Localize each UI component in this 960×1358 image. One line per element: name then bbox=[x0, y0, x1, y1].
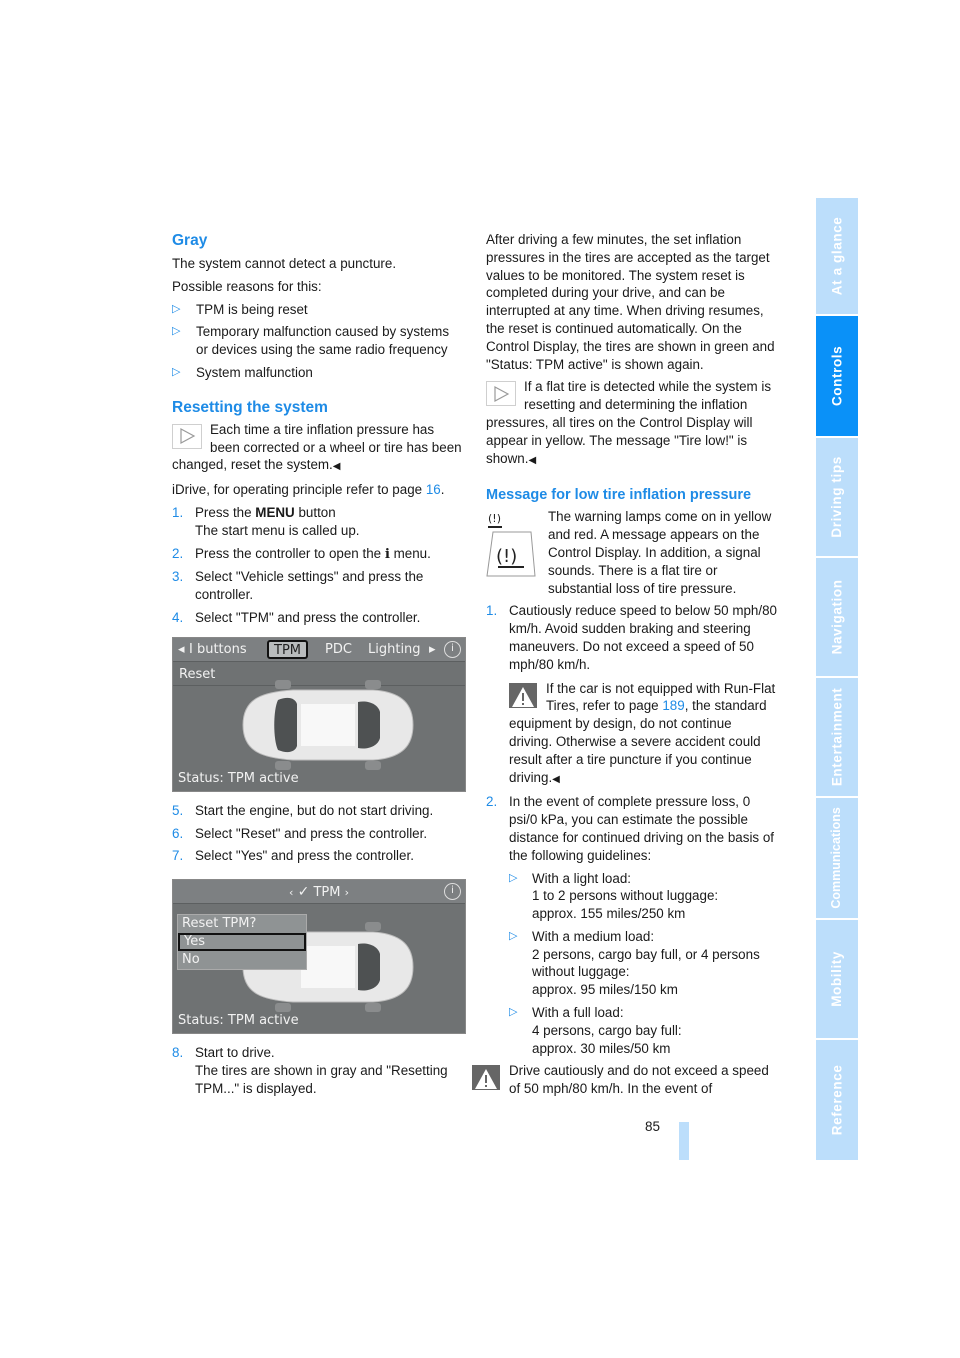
step-item: 5. Start the engine, but do not start dri… bbox=[172, 802, 434, 818]
low-pressure-steps: 1. Cautiously reduce speed to below 50 m… bbox=[486, 602, 778, 1057]
step-item: 1. Cautiously reduce speed to below 50 m… bbox=[486, 602, 778, 788]
popup-title: Reset TPM? bbox=[182, 916, 257, 932]
load-guidelines-list: ▷ With a light load: 1 to 2 persons withou… bbox=[509, 870, 778, 1058]
reset-note: Each time a tire inflation pressure has … bbox=[172, 421, 462, 473]
note-icon bbox=[486, 381, 516, 407]
side-tab-entertainment[interactable]: Entertainment bbox=[816, 678, 858, 796]
screen-status-text: Status: TPM active bbox=[178, 1013, 299, 1029]
screen-status-text: Status: TPM active bbox=[178, 770, 299, 786]
steps-list-a: 1. Press the MENU button The start menu … bbox=[172, 504, 464, 627]
warning-triangle-icon bbox=[472, 1065, 500, 1091]
popup-option-no[interactable]: No bbox=[178, 951, 306, 969]
after-driving-paragraph: After driving a few minutes, the set inf… bbox=[486, 232, 775, 372]
gray-heading: Gray bbox=[172, 232, 208, 249]
bullet-triangle-icon: ▷ bbox=[509, 1006, 518, 1019]
side-tab-navigation[interactable]: Navigation bbox=[816, 558, 858, 676]
step-item: 7. Select "Yes" and press the controller. bbox=[172, 848, 414, 864]
side-tab-driving-tips[interactable]: Driving tips bbox=[816, 438, 858, 556]
flat-tire-note: If a flat tire is detected while the sys… bbox=[486, 379, 772, 466]
side-tab-at-a-glance[interactable]: At a glance bbox=[816, 198, 858, 314]
step-item: 2. Press the controller to open the i me… bbox=[172, 545, 431, 562]
left-arrow-icon: ◂ bbox=[178, 641, 185, 657]
list-item: ▷ TPM is being reset bbox=[172, 301, 308, 317]
side-tab-mobility[interactable]: Mobility bbox=[816, 920, 858, 1038]
screen-tab-tpm: TPM bbox=[267, 639, 308, 659]
screen-tab-i-buttons: I buttons bbox=[189, 641, 247, 657]
menu-button-label: MENU bbox=[255, 504, 295, 520]
bullet-triangle-icon: ▷ bbox=[172, 302, 181, 315]
warning-triangle-icon bbox=[509, 682, 537, 708]
tire-pressure-warning-icon: (!) (!) bbox=[486, 510, 536, 578]
screen-tab-lighting: Lighting bbox=[368, 641, 421, 657]
page-number: 85 bbox=[645, 1119, 661, 1134]
step-item: 1. Press the MENU button The start menu … bbox=[172, 504, 360, 538]
resetting-heading: Resetting the system bbox=[172, 398, 328, 416]
info-circle-icon: i bbox=[444, 640, 461, 658]
page-link-189[interactable]: 189 bbox=[662, 698, 684, 713]
side-tab-reference[interactable]: Reference bbox=[816, 1040, 858, 1160]
svg-text:(!): (!) bbox=[488, 512, 501, 525]
page-marker-bar bbox=[679, 1122, 689, 1160]
screen-title-bar: ‹ ✓ TPM › i bbox=[173, 880, 465, 905]
gray-paragraph-1: The system cannot detect a puncture. bbox=[172, 256, 397, 271]
bullet-triangle-icon: ▷ bbox=[172, 365, 181, 378]
steps-list-c: 8. Start to drive. The tires are shown i… bbox=[172, 1044, 464, 1097]
side-tab-controls[interactable]: Controls bbox=[816, 316, 858, 436]
side-tab-communications[interactable]: Communications bbox=[816, 798, 858, 918]
right-arrow-icon: › bbox=[344, 886, 349, 900]
left-column: Gray The system cannot detect a puncture… bbox=[172, 228, 466, 1103]
final-warning: Drive cautiously and do not exceed a spe… bbox=[472, 1062, 778, 1098]
step-item: 6. Select "Reset" and press the controlle… bbox=[172, 825, 428, 841]
low-pressure-paragraph: (!) (!) The warning lamps come on in yel… bbox=[486, 509, 772, 596]
list-item: ▷ With a full load: 4 persons, cargo bay f… bbox=[509, 1005, 682, 1056]
steps-list-b: 5. Start the engine, but do not start dri… bbox=[172, 802, 464, 865]
end-mark-icon: ◀ bbox=[528, 454, 537, 466]
svg-text:(!): (!) bbox=[496, 546, 517, 567]
idrive-reference: iDrive, for operating principle refer to… bbox=[172, 482, 445, 498]
bullet-triangle-icon: ▷ bbox=[509, 871, 518, 884]
screen-title: TPM bbox=[313, 885, 341, 901]
tire-check-icon: ✓ bbox=[297, 884, 310, 901]
list-item: ▷ System malfunction bbox=[172, 364, 313, 380]
screen-tab-bar: ◂ I buttons TPM PDC Lighting ▸ i bbox=[173, 637, 465, 662]
tpm-screen-figure: ◂ I buttons TPM PDC Lighting ▸ i Reset S… bbox=[172, 636, 466, 792]
step-item: 8. Start to drive. The tires are shown i… bbox=[172, 1045, 448, 1096]
bullet-triangle-icon: ▷ bbox=[172, 325, 181, 338]
right-column: After driving a few minutes, the set inf… bbox=[472, 228, 778, 1103]
low-pressure-heading: Message for low tire inflation pressure bbox=[486, 487, 752, 504]
screen-tab-pdc: PDC bbox=[325, 641, 352, 657]
reset-tpm-popup: Reset TPM? Yes No bbox=[177, 914, 307, 971]
screen-menu-reset: Reset bbox=[179, 666, 216, 682]
left-arrow-icon: ‹ bbox=[289, 886, 294, 900]
list-item: ▷ With a light load: 1 to 2 persons withou… bbox=[509, 870, 719, 922]
bullet-triangle-icon: ▷ bbox=[509, 929, 518, 942]
step-item: 4. Select "TPM" and press the controller… bbox=[172, 609, 421, 625]
reset-tpm-screen-figure: ‹ ✓ TPM › i Reset TPM? Yes No Status: TP… bbox=[172, 879, 466, 1035]
step-item: 2. In the event of complete pressure los… bbox=[486, 793, 778, 1057]
end-mark-icon: ◀ bbox=[332, 461, 341, 473]
list-item: ▷ With a medium load: 2 persons, cargo bay… bbox=[509, 928, 760, 998]
car-top-view-icon bbox=[242, 679, 414, 770]
page-link-16[interactable]: 16 bbox=[426, 482, 441, 497]
gray-reasons-list: ▷ TPM is being reset ▷ Temporary malfuncti… bbox=[172, 301, 464, 382]
right-arrow-icon: ▸ bbox=[429, 641, 436, 657]
end-mark-icon: ◀ bbox=[552, 773, 560, 785]
note-icon bbox=[172, 423, 202, 449]
list-item: ▷ Temporary malfunction caused by systems… bbox=[172, 324, 450, 358]
runflat-warning: If the car is not equipped with Run-Flat… bbox=[509, 680, 776, 785]
info-circle-icon: i bbox=[444, 883, 461, 901]
popup-option-yes[interactable]: Yes bbox=[178, 933, 306, 952]
step-item: 3. Select "Vehicle settings" and press t… bbox=[172, 569, 424, 603]
gray-paragraph-2: Possible reasons for this: bbox=[172, 278, 322, 294]
